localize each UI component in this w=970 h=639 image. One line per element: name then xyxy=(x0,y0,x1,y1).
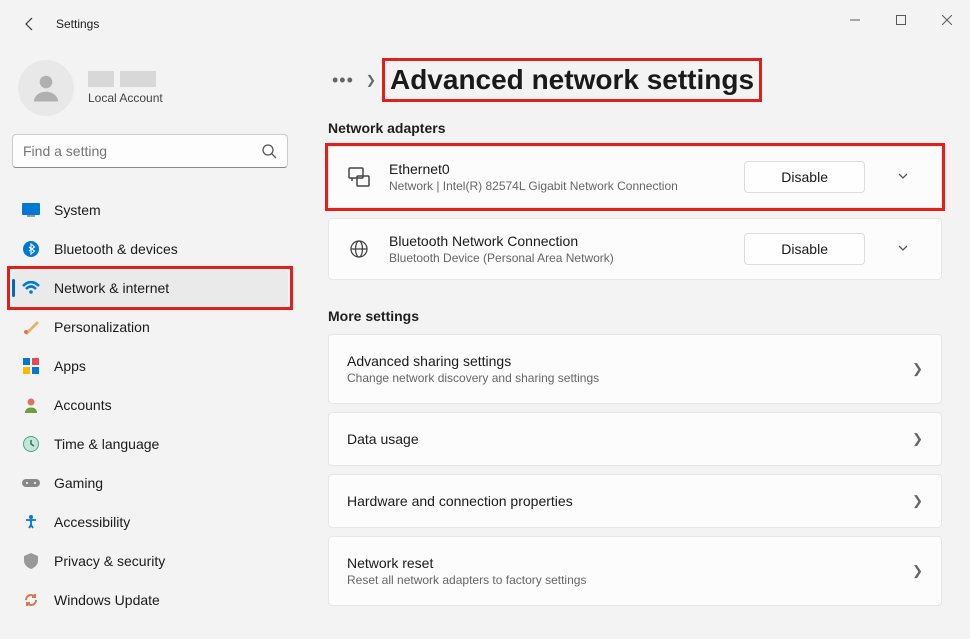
profile-name-redacted xyxy=(88,71,163,87)
adapter-card-bluetooth: Bluetooth Network Connection Bluetooth D… xyxy=(328,218,942,280)
back-button[interactable] xyxy=(12,6,48,42)
adapter-name: Bluetooth Network Connection xyxy=(389,233,726,249)
search-icon xyxy=(261,143,277,159)
chevron-down-icon xyxy=(897,242,909,254)
sidebar-item-label: Network & internet xyxy=(54,280,169,296)
chevron-right-icon: ❯ xyxy=(912,493,923,509)
profile-type: Local Account xyxy=(88,91,163,105)
disable-button-ethernet0[interactable]: Disable xyxy=(744,161,865,193)
ethernet-icon xyxy=(347,165,371,189)
sidebar-item-label: Windows Update xyxy=(54,592,160,608)
sidebar-item-apps[interactable]: Apps xyxy=(12,348,288,384)
section-label-adapters: Network adapters xyxy=(328,120,942,136)
adapter-name: Ethernet0 xyxy=(389,161,726,177)
sidebar-item-system[interactable]: System xyxy=(12,192,288,228)
apps-icon xyxy=(22,357,40,375)
setting-row-hardware[interactable]: Hardware and connection properties ❯ xyxy=(328,474,942,528)
nav-list: System Bluetooth & devices Network & int… xyxy=(12,192,288,618)
search-input[interactable] xyxy=(23,143,261,159)
sidebar-item-personalization[interactable]: Personalization xyxy=(12,309,288,345)
accounts-icon xyxy=(22,396,40,414)
sidebar-item-accessibility[interactable]: Accessibility xyxy=(12,504,288,540)
sidebar-item-label: Accessibility xyxy=(54,514,130,530)
sidebar-item-update[interactable]: Windows Update xyxy=(12,582,288,618)
system-icon xyxy=(22,201,40,219)
titlebar: Settings xyxy=(0,0,970,48)
chevron-right-icon: ❯ xyxy=(912,563,923,579)
sidebar-item-accounts[interactable]: Accounts xyxy=(12,387,288,423)
profile-block[interactable]: Local Account xyxy=(12,48,288,134)
setting-title: Advanced sharing settings xyxy=(347,353,912,369)
sidebar-item-label: Time & language xyxy=(54,436,159,452)
minimize-button[interactable] xyxy=(832,0,878,40)
clock-icon xyxy=(22,435,40,453)
gaming-icon xyxy=(22,474,40,492)
maximize-button[interactable] xyxy=(878,0,924,40)
chevron-right-icon: ❯ xyxy=(366,73,376,87)
adapter-description: Network | Intel(R) 82574L Gigabit Networ… xyxy=(389,179,726,193)
setting-row-data-usage[interactable]: Data usage ❯ xyxy=(328,412,942,466)
sidebar-item-bluetooth[interactable]: Bluetooth & devices xyxy=(12,231,288,267)
bluetooth-icon xyxy=(22,240,40,258)
globe-icon xyxy=(347,237,371,261)
setting-row-sharing[interactable]: Advanced sharing settings Change network… xyxy=(328,334,942,404)
sidebar-item-label: Personalization xyxy=(54,319,150,335)
close-button[interactable] xyxy=(924,0,970,40)
expand-chevron[interactable] xyxy=(883,170,923,185)
wifi-icon xyxy=(22,279,40,297)
person-icon xyxy=(28,70,64,106)
setting-subtitle: Reset all network adapters to factory se… xyxy=(347,573,912,587)
window-title: Settings xyxy=(56,17,99,31)
back-arrow-icon xyxy=(22,16,38,32)
sidebar-item-label: Bluetooth & devices xyxy=(54,241,178,257)
disable-button-bluetooth[interactable]: Disable xyxy=(744,233,865,265)
setting-row-reset[interactable]: Network reset Reset all network adapters… xyxy=(328,536,942,606)
search-box[interactable] xyxy=(12,134,288,168)
setting-title: Data usage xyxy=(347,431,912,447)
sidebar-item-label: Privacy & security xyxy=(54,553,165,569)
adapter-description: Bluetooth Device (Personal Area Network) xyxy=(389,251,726,265)
setting-title: Network reset xyxy=(347,555,912,571)
sidebar-item-network[interactable]: Network & internet xyxy=(12,270,288,306)
setting-subtitle: Change network discovery and sharing set… xyxy=(347,371,912,385)
page-title: Advanced network settings xyxy=(384,64,760,95)
sidebar-item-gaming[interactable]: Gaming xyxy=(12,465,288,501)
sidebar-item-label: Accounts xyxy=(54,397,112,413)
chevron-down-icon xyxy=(897,170,909,182)
section-label-more: More settings xyxy=(328,308,942,324)
expand-chevron[interactable] xyxy=(883,242,923,257)
update-icon xyxy=(22,591,40,609)
chevron-right-icon: ❯ xyxy=(912,361,923,377)
main-content: ••• ❯ Advanced network settings Network … xyxy=(300,48,970,639)
sidebar-item-label: Gaming xyxy=(54,475,103,491)
breadcrumb-more[interactable]: ••• xyxy=(328,70,358,91)
brush-icon xyxy=(22,318,40,336)
sidebar-item-time[interactable]: Time & language xyxy=(12,426,288,462)
sidebar-item-label: Apps xyxy=(54,358,86,374)
setting-title: Hardware and connection properties xyxy=(347,493,912,509)
adapter-card-ethernet0: Ethernet0 Network | Intel(R) 82574L Giga… xyxy=(328,146,942,208)
chevron-right-icon: ❯ xyxy=(912,431,923,447)
window-controls xyxy=(832,0,970,40)
accessibility-icon xyxy=(22,513,40,531)
sidebar-item-label: System xyxy=(54,202,101,218)
sidebar-item-privacy[interactable]: Privacy & security xyxy=(12,543,288,579)
avatar xyxy=(18,60,74,116)
sidebar: Local Account System Bluetooth & devices… xyxy=(0,48,300,639)
shield-icon xyxy=(22,552,40,570)
breadcrumb: ••• ❯ Advanced network settings xyxy=(328,64,942,96)
